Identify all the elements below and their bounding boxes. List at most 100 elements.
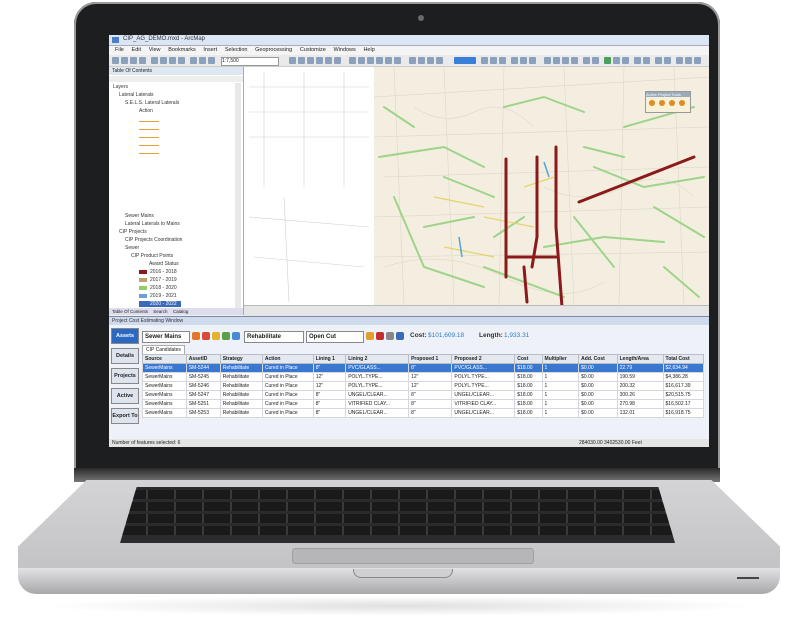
details-button[interactable]: Details (111, 348, 139, 364)
col-add-cost[interactable]: Add. Cost (578, 354, 618, 364)
col-proposed-1[interactable]: Proposed 1 (408, 354, 453, 364)
asset-type-select[interactable]: Sewer Mains (142, 331, 190, 343)
toc-layer-lateral[interactable]: Lateral Laterals (119, 92, 153, 98)
toc-layer-sewer-mains[interactable]: Sewer Mains (125, 213, 154, 219)
cip-tool-7-icon[interactable] (604, 57, 611, 64)
toc-layer-cip-coordination[interactable]: CIP Projects Coordination (125, 237, 182, 243)
add-data-icon[interactable] (208, 57, 215, 64)
tab-search[interactable]: Search (153, 309, 167, 314)
col-strategy[interactable]: Strategy (219, 354, 263, 364)
toc-layer-root[interactable]: Layers (113, 84, 128, 90)
tool-blue-icon[interactable] (232, 332, 240, 340)
find-icon[interactable] (418, 57, 425, 64)
menu-customize[interactable]: Customize (300, 46, 326, 55)
split-icon[interactable] (376, 57, 383, 64)
project-tool-2-icon[interactable] (659, 100, 665, 106)
cip-tool-11-icon[interactable] (643, 57, 650, 64)
col-action[interactable]: Action (261, 354, 314, 364)
col-multiplier[interactable]: Multiplier (541, 354, 580, 364)
undo-icon[interactable] (190, 57, 197, 64)
map-view[interactable] (244, 67, 709, 305)
project-tool-3-icon[interactable] (669, 100, 675, 106)
refresh-icon[interactable] (386, 332, 394, 340)
cip-tool-3-icon[interactable] (562, 57, 569, 64)
delete-icon[interactable] (178, 57, 185, 64)
layer-dropdown[interactable] (454, 57, 476, 64)
full-extent-icon[interactable] (316, 57, 323, 64)
redo-icon[interactable] (199, 57, 206, 64)
tool-green-icon[interactable] (222, 332, 230, 340)
arctoolbox-icon[interactable] (481, 57, 488, 64)
map-horizontal-scrollbar[interactable] (244, 305, 709, 316)
menu-help[interactable]: Help (363, 46, 374, 55)
clear-icon[interactable] (376, 332, 384, 340)
col-length-area[interactable]: Length/Area (616, 354, 664, 364)
html-popup-icon[interactable] (436, 57, 443, 64)
menu-geoprocessing[interactable]: Geoprocessing (255, 46, 292, 55)
menu-windows[interactable]: Windows (333, 46, 355, 55)
menu-selection[interactable]: Selection (225, 46, 248, 55)
copy-icon[interactable] (160, 57, 167, 64)
col-cost[interactable]: Cost (514, 354, 543, 364)
cip-tool-2-icon[interactable] (553, 57, 560, 64)
toc-layer-sels[interactable]: S.E.L.S. Lateral Laterals (125, 100, 179, 106)
paste-icon[interactable] (169, 57, 176, 64)
strategy-select[interactable]: Rehabilitate (244, 331, 304, 343)
cip-tool-14-icon[interactable] (676, 57, 683, 64)
cip-tool-6-icon[interactable] (592, 57, 599, 64)
menu-edit[interactable]: Edit (132, 46, 141, 55)
catalog-icon[interactable] (511, 57, 518, 64)
cip-tool-13-icon[interactable] (664, 57, 671, 64)
toc-legend-item-5[interactable]: 2020 - 2022 (139, 301, 181, 307)
measure-icon[interactable] (409, 57, 416, 64)
zoom-in-icon[interactable] (289, 57, 296, 64)
tool-yellow-icon[interactable] (212, 332, 220, 340)
col-lining-1[interactable]: Lining 1 (312, 354, 347, 364)
col-assetid[interactable]: AssetID (185, 354, 221, 364)
menu-view[interactable]: View (149, 46, 161, 55)
identify-icon[interactable] (334, 57, 341, 64)
calculate-icon[interactable] (366, 332, 374, 340)
cip-tool-9-icon[interactable] (622, 57, 629, 64)
cip-tool-5-icon[interactable] (583, 57, 590, 64)
cip-tool-16-icon[interactable] (694, 57, 701, 64)
cip-tool-10-icon[interactable] (634, 57, 641, 64)
projects-button[interactable]: Projects (111, 368, 139, 384)
python-icon[interactable] (490, 57, 497, 64)
toc-scrollbar[interactable] (235, 83, 241, 308)
menu-insert[interactable]: Insert (203, 46, 217, 55)
col-lining-2[interactable]: Lining 2 (345, 354, 410, 364)
assets-button[interactable]: Assets (111, 328, 139, 344)
model-builder-icon[interactable] (499, 57, 506, 64)
attributes-icon[interactable] (394, 57, 401, 64)
table-row[interactable]: SewerMains SM-5253 Rehabilitate Cured in Pl… (142, 408, 705, 418)
map-scale-input[interactable]: 1:7,500 (221, 57, 279, 66)
cip-tool-15-icon[interactable] (685, 57, 692, 64)
table-row[interactable]: SewerMains SM-5246 Rehabilitate Cured in Pl… (142, 381, 705, 391)
open-icon[interactable] (121, 57, 128, 64)
method-select[interactable]: Open Cut (306, 331, 364, 343)
cip-tool-4-icon[interactable] (571, 57, 578, 64)
project-tool-1-icon[interactable] (649, 100, 655, 106)
menu-bookmarks[interactable]: Bookmarks (168, 46, 196, 55)
search-icon[interactable] (520, 57, 527, 64)
toc-layer-laterals-to-mains[interactable]: Lateral Laterals to Mains (125, 221, 180, 227)
project-tool-4-icon[interactable] (679, 100, 685, 106)
table-row[interactable]: SewerMains SM-5244 Rehabilitate Cured in Pl… (142, 363, 705, 373)
toc-layer-cip-projects[interactable]: CIP Projects (119, 229, 147, 235)
tool-orange-icon[interactable] (192, 332, 200, 340)
new-icon[interactable] (112, 57, 119, 64)
cip-tool-1-icon[interactable] (544, 57, 551, 64)
table-row[interactable]: SewerMains SM-5251 Rehabilitate Cured in Pl… (142, 399, 705, 409)
editor-icon[interactable] (349, 57, 356, 64)
col-total-cost[interactable]: Total Cost (662, 354, 705, 364)
cip-tool-8-icon[interactable] (613, 57, 620, 64)
tab-catalog[interactable]: Catalog (173, 309, 189, 314)
active-button[interactable]: Active (111, 388, 139, 404)
pan-icon[interactable] (307, 57, 314, 64)
cip-tool-12-icon[interactable] (655, 57, 662, 64)
rotate-icon[interactable] (385, 57, 392, 64)
col-proposed-2[interactable]: Proposed 2 (451, 354, 516, 364)
vertex-icon[interactable] (367, 57, 374, 64)
export-to-button[interactable]: Export To (111, 408, 139, 424)
